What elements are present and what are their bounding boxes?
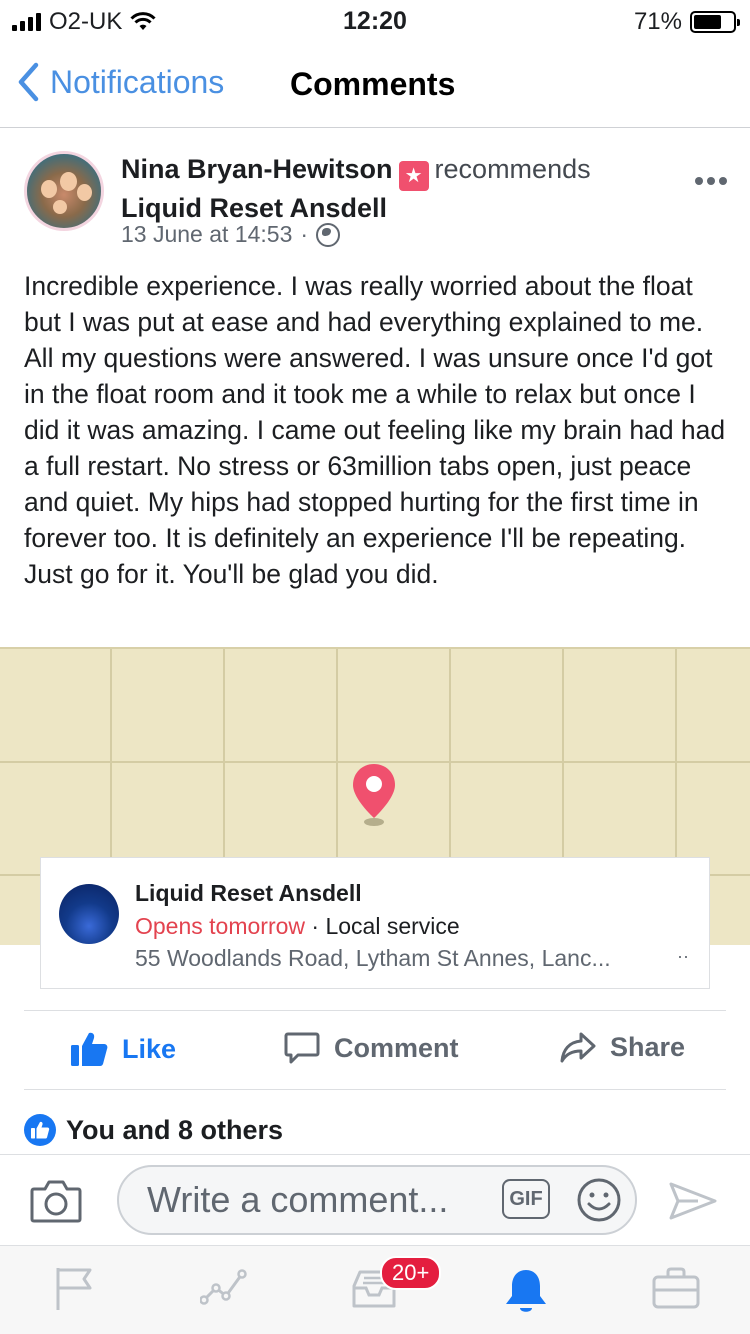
post-meta: 13 June at 14:53 · [121, 221, 341, 248]
camera-icon[interactable] [30, 1177, 82, 1223]
like-label: Like [122, 1033, 177, 1064]
comment-composer: GIF [0, 1154, 750, 1246]
tab-pages[interactable] [44, 1266, 104, 1316]
opening-status: Opens tomorrow [135, 913, 306, 939]
comment-label: Comment [334, 1032, 459, 1063]
share-arrow-icon [560, 1032, 596, 1063]
status-right: 71% [633, 8, 740, 36]
briefcase-icon [652, 1267, 700, 1309]
emoji-icon[interactable] [576, 1177, 622, 1223]
more-options-button[interactable] [694, 160, 728, 194]
gif-button[interactable]: GIF [502, 1179, 550, 1219]
globe-icon [316, 222, 341, 247]
recommends-label: recommends [434, 154, 591, 184]
place-card[interactable]: Liquid Reset Ansdell Opens tomorrow · Lo… [40, 857, 710, 989]
battery-percent: 71% [633, 8, 682, 35]
place-more-indicator: ·· [677, 946, 689, 966]
inbox-badge: 20+ [380, 1256, 442, 1290]
back-button[interactable]: Notifications [16, 62, 224, 102]
tab-notifications[interactable] [496, 1266, 556, 1316]
send-icon[interactable] [668, 1181, 718, 1221]
like-button[interactable]: Like [70, 1031, 176, 1067]
place-address: 55 Woodlands Road, Lytham St Annes, Lanc… [135, 945, 611, 971]
flag-icon [56, 1268, 92, 1310]
thumbs-up-icon [71, 1032, 108, 1066]
reactions-label: You and 8 others [66, 1114, 284, 1145]
like-reaction-icon [24, 1114, 56, 1146]
recommendation-star-icon: ★ [398, 161, 429, 191]
tab-tools[interactable] [646, 1266, 706, 1316]
chevron-left-icon [18, 62, 39, 102]
location-pin-icon [353, 764, 395, 826]
place-status-line: Opens tomorrow · Local service [135, 913, 460, 940]
meta-separator: · [300, 221, 309, 247]
tab-bar [0, 1246, 750, 1334]
insights-graph-icon [200, 1269, 247, 1305]
back-label: Notifications [50, 63, 225, 100]
status-bar: O2-UK 12:20 71% [0, 0, 750, 40]
share-label: Share [610, 1031, 686, 1062]
post-header: Nina Bryan-Hewitson ★ recommends Liquid Re… [0, 148, 750, 258]
page-title: Comments [290, 66, 456, 102]
bell-icon [506, 1270, 546, 1312]
comment-bubble-icon [284, 1032, 320, 1064]
author-name[interactable]: Nina Bryan-Hewitson [121, 154, 393, 184]
place-logo [59, 884, 119, 944]
post-author-line: Nina Bryan-Hewitson ★ recommends Liquid Re… [121, 152, 681, 225]
place-category: · Local service [311, 913, 460, 939]
place-name: Liquid Reset Ansdell [135, 880, 362, 906]
reactions-summary[interactable]: You and 8 others [24, 1114, 283, 1146]
page-name[interactable]: Liquid Reset Ansdell [121, 191, 681, 225]
navigation-bar: Notifications Comments [0, 44, 750, 128]
post-body: Incredible experience. I was really worr… [24, 271, 726, 589]
share-button[interactable]: Share [560, 1031, 685, 1063]
ellipsis-icon [695, 177, 727, 185]
battery-icon [690, 11, 740, 33]
avatar[interactable] [24, 151, 104, 231]
post-actions: Like Comment Share [24, 1010, 726, 1090]
post-date[interactable]: 13 June at 14:53 [121, 221, 292, 248]
comment-input[interactable] [117, 1165, 637, 1235]
comment-button[interactable]: Comment [284, 1031, 459, 1065]
tab-insights[interactable] [194, 1266, 254, 1316]
